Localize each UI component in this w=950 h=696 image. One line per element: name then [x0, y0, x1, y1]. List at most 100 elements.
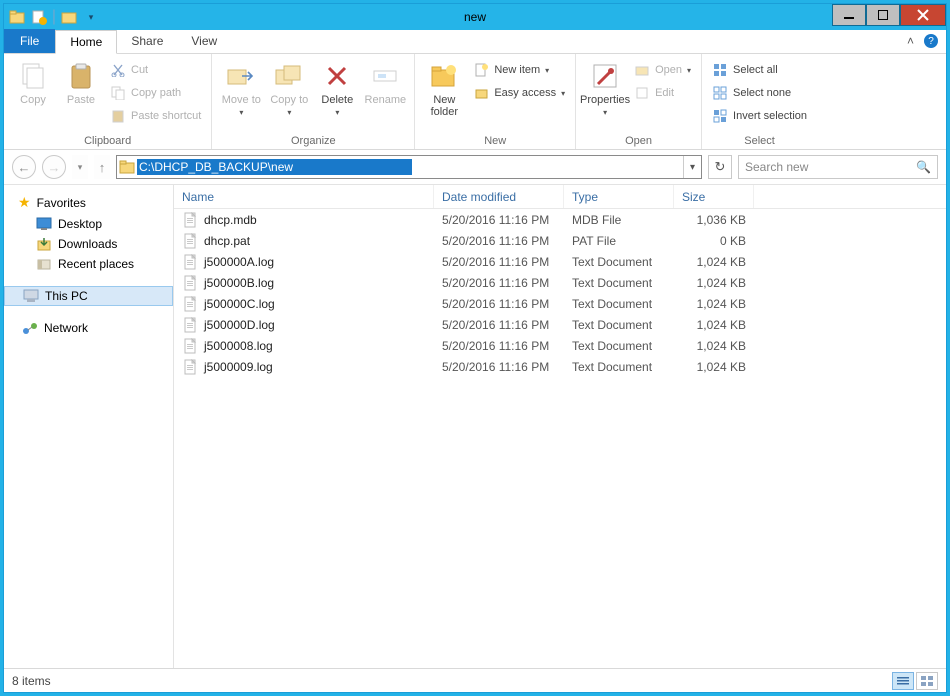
chevron-down-icon: ▾: [287, 108, 291, 117]
qat-properties-icon[interactable]: [60, 8, 78, 26]
properties-icon: [589, 60, 621, 92]
delete-button[interactable]: Delete▾: [314, 58, 360, 117]
paste-shortcut-button[interactable]: Paste shortcut: [106, 106, 205, 126]
rename-button[interactable]: Rename: [362, 58, 408, 106]
chevron-down-icon: ▾: [603, 108, 607, 117]
new-item-button[interactable]: New item ▾: [469, 60, 569, 80]
properties-button[interactable]: Properties▾: [582, 58, 628, 117]
file-date: 5/20/2016 11:16 PM: [434, 339, 564, 353]
close-button[interactable]: [900, 4, 946, 26]
file-size: 1,024 KB: [674, 360, 754, 374]
details-view-button[interactable]: [892, 672, 914, 690]
chevron-down-icon: ▾: [239, 108, 243, 117]
open-button[interactable]: Open ▾: [630, 60, 695, 80]
copy-button[interactable]: Copy: [10, 58, 56, 106]
copy-path-button[interactable]: Copy path: [106, 83, 205, 103]
easy-access-icon: [473, 85, 489, 101]
maximize-button[interactable]: [866, 4, 900, 26]
column-type[interactable]: Type: [564, 185, 674, 208]
file-size: 1,024 KB: [674, 255, 754, 269]
group-new: New folder New item ▾ Easy access ▾ New: [415, 54, 576, 149]
column-size[interactable]: Size: [674, 185, 754, 208]
edit-button[interactable]: Edit: [630, 83, 695, 103]
help-icon[interactable]: ?: [924, 34, 938, 48]
file-name: j500000B.log: [204, 276, 274, 290]
address-bar[interactable]: C:\DHCP_DB_BACKUP\new ▾: [116, 155, 702, 179]
file-date: 5/20/2016 11:16 PM: [434, 255, 564, 269]
file-row[interactable]: j5000009.log5/20/2016 11:16 PMText Docum…: [174, 356, 946, 377]
move-to-icon: [225, 60, 257, 92]
share-tab[interactable]: Share: [117, 29, 177, 53]
group-organize: Move to▾ Copy to▾ Delete▾ Rename Organiz…: [212, 54, 415, 149]
new-item-icon: [473, 62, 489, 78]
file-row[interactable]: j500000A.log5/20/2016 11:16 PMText Docum…: [174, 251, 946, 272]
file-name: j500000C.log: [204, 297, 275, 311]
file-row[interactable]: j500000C.log5/20/2016 11:16 PMText Docum…: [174, 293, 946, 314]
file-type: Text Document: [564, 255, 674, 269]
file-date: 5/20/2016 11:16 PM: [434, 360, 564, 374]
file-row[interactable]: j5000008.log5/20/2016 11:16 PMText Docum…: [174, 335, 946, 356]
paste-button[interactable]: Paste: [58, 58, 104, 106]
chevron-down-icon: ▾: [687, 66, 691, 75]
sidebar-recent[interactable]: Recent places: [4, 254, 173, 274]
select-none-icon: [712, 85, 728, 101]
column-name[interactable]: Name: [174, 185, 434, 208]
navigation-pane: ★Favorites Desktop Downloads Recent plac…: [4, 185, 174, 668]
navigation-bar: ← → ▾ ↑ C:\DHCP_DB_BACKUP\new ▾ ↻ Search…: [4, 150, 946, 184]
easy-access-button[interactable]: Easy access ▾: [469, 83, 569, 103]
open-icon: [634, 62, 650, 78]
file-icon: [182, 233, 198, 249]
new-folder-button[interactable]: New folder: [421, 58, 467, 118]
group-label-select: Select: [708, 133, 811, 147]
file-row[interactable]: dhcp.mdb5/20/2016 11:16 PMMDB File1,036 …: [174, 209, 946, 230]
column-date[interactable]: Date modified: [434, 185, 564, 208]
sidebar-this-pc[interactable]: This PC: [4, 286, 173, 306]
sidebar-desktop[interactable]: Desktop: [4, 214, 173, 234]
ribbon: Copy Paste Cut Copy path Paste shortcut …: [4, 54, 946, 150]
sidebar-network[interactable]: Network: [4, 318, 173, 338]
view-tab[interactable]: View: [177, 29, 231, 53]
main-area: ★Favorites Desktop Downloads Recent plac…: [4, 184, 946, 668]
file-row[interactable]: j500000D.log5/20/2016 11:16 PMText Docum…: [174, 314, 946, 335]
delete-icon: [321, 60, 353, 92]
copy-to-button[interactable]: Copy to▾: [266, 58, 312, 117]
address-path[interactable]: C:\DHCP_DB_BACKUP\new: [137, 159, 412, 175]
move-to-button[interactable]: Move to▾: [218, 58, 264, 117]
file-date: 5/20/2016 11:16 PM: [434, 297, 564, 311]
invert-selection-button[interactable]: Invert selection: [708, 106, 811, 126]
back-button[interactable]: ←: [12, 155, 36, 179]
file-icon: [182, 254, 198, 270]
recent-locations-button[interactable]: ▾: [72, 155, 88, 179]
minimize-button[interactable]: [832, 4, 866, 26]
refresh-button[interactable]: ↻: [708, 155, 732, 179]
file-name: j5000009.log: [204, 360, 273, 374]
qat-new-folder-icon[interactable]: [30, 8, 48, 26]
select-none-button[interactable]: Select none: [708, 83, 811, 103]
file-tab[interactable]: File: [4, 29, 55, 53]
icons-view-button[interactable]: [916, 672, 938, 690]
cut-button[interactable]: Cut: [106, 60, 205, 80]
file-row[interactable]: dhcp.pat5/20/2016 11:16 PMPAT File0 KB: [174, 230, 946, 251]
file-size: 1,024 KB: [674, 339, 754, 353]
qat-dropdown-icon[interactable]: ▾: [82, 8, 100, 26]
home-tab[interactable]: Home: [55, 30, 117, 54]
minimize-ribbon-icon[interactable]: ˄: [907, 34, 914, 48]
group-select: Select all Select none Invert selection …: [702, 54, 817, 149]
status-bar: 8 items: [4, 668, 946, 692]
file-row[interactable]: j500000B.log5/20/2016 11:16 PMText Docum…: [174, 272, 946, 293]
group-label-new: New: [421, 133, 569, 147]
select-all-button[interactable]: Select all: [708, 60, 811, 80]
sidebar-favorites[interactable]: ★Favorites: [4, 191, 173, 214]
up-button[interactable]: ↑: [94, 155, 110, 179]
view-toggles: [892, 672, 938, 690]
file-icon: [182, 296, 198, 312]
forward-button[interactable]: →: [42, 155, 66, 179]
file-size: 0 KB: [674, 234, 754, 248]
sidebar-downloads[interactable]: Downloads: [4, 234, 173, 254]
search-input[interactable]: Search new 🔍: [738, 155, 938, 179]
file-size: 1,024 KB: [674, 318, 754, 332]
address-dropdown-icon[interactable]: ▾: [683, 156, 701, 178]
file-date: 5/20/2016 11:16 PM: [434, 318, 564, 332]
select-all-icon: [712, 62, 728, 78]
group-label-organize: Organize: [218, 133, 408, 147]
